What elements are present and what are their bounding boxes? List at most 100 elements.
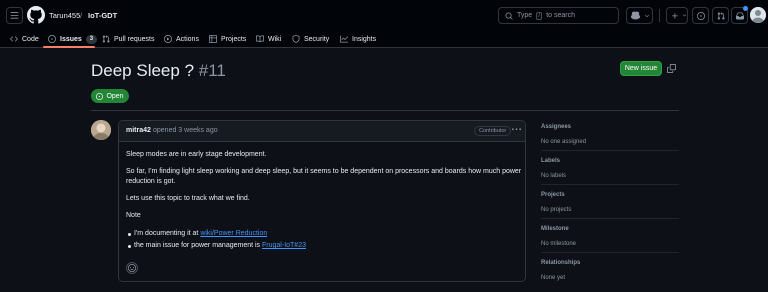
- list-item: I'm documenting it at wiki/Power Reducti…: [127, 229, 267, 239]
- git-pull-request-icon: [717, 11, 725, 20]
- wiki-link[interactable]: wiki/Power Reduction: [200, 230, 267, 237]
- issue-title: Deep Sleep ? #11: [91, 61, 226, 81]
- sidebar-labels: Labels No labels: [541, 158, 679, 179]
- smiley-icon: [128, 264, 136, 272]
- more-options-button[interactable]: [512, 125, 521, 134]
- comment-paragraph: So far, I'm finding light sleep working …: [126, 168, 522, 175]
- sidebar-divider: [541, 218, 679, 219]
- tab-projects[interactable]: Projects: [209, 32, 246, 46]
- list-item-text: I'm documenting it at: [134, 230, 201, 237]
- sidebar-divider: [541, 252, 679, 253]
- sidebar-heading[interactable]: Labels: [541, 158, 679, 164]
- sidebar-value: No projects: [541, 207, 572, 213]
- sidebar-heading[interactable]: Milestone: [541, 226, 679, 232]
- tab-issues[interactable]: Issues 3: [48, 32, 98, 46]
- table-icon: [209, 35, 217, 43]
- copilot-icon: [631, 11, 640, 20]
- global-header: Tarun455 / IoT-GDT Type / to search Code…: [0, 0, 768, 48]
- tab-label: Code: [22, 35, 39, 43]
- sidebar-value: No labels: [541, 173, 567, 179]
- search-icon: [505, 12, 513, 20]
- code-icon: [10, 36, 18, 42]
- create-new-button[interactable]: [666, 7, 688, 24]
- breadcrumb-repo[interactable]: IoT-GDT: [88, 11, 117, 20]
- sidebar-relationships: Relationships None yet: [541, 260, 679, 281]
- tab-label: Insights: [352, 35, 377, 43]
- tab-label: Issues: [60, 35, 82, 43]
- sidebar-value: No one assigned: [541, 139, 587, 145]
- tab-label: Pull requests: [114, 35, 155, 43]
- tab-pull-requests[interactable]: Pull requests: [102, 32, 154, 46]
- issue-opened-icon: [96, 92, 104, 100]
- issue-number: #11: [198, 61, 226, 80]
- chevron-down-icon: [682, 14, 687, 17]
- github-mark-icon: [27, 6, 45, 24]
- comment-paragraph: Lets use this topic to track what we fin…: [126, 195, 250, 202]
- tab-security[interactable]: Security: [292, 32, 329, 46]
- kebab-horizontal-icon: [512, 128, 521, 131]
- sidebar-projects: Projects No projects: [541, 192, 679, 213]
- sidebar-divider: [541, 150, 679, 151]
- github-logo[interactable]: [27, 6, 45, 24]
- search-suffix: to search: [546, 12, 575, 19]
- comment-card: mitra42 opened 3 weeks ago Contributor S…: [118, 120, 526, 282]
- tab-label: Actions: [176, 35, 199, 43]
- pull-requests-button[interactable]: [712, 7, 729, 24]
- status-label: Open: [106, 92, 124, 100]
- notification-dot: [743, 6, 748, 11]
- search-prefix: Type: [517, 12, 533, 19]
- comment-paragraph: Note: [126, 212, 141, 219]
- breadcrumb-owner[interactable]: Tarun455: [49, 11, 80, 20]
- tab-insights[interactable]: Insights: [340, 32, 376, 46]
- search-input[interactable]: Type / to search: [498, 7, 619, 24]
- play-icon: [164, 35, 172, 43]
- sidebar-divider: [541, 184, 679, 185]
- comment-timestamp[interactable]: opened 3 weeks ago: [153, 127, 218, 134]
- copy-icon: [667, 64, 676, 73]
- issues-button[interactable]: [692, 7, 709, 24]
- breadcrumb-separator: /: [80, 11, 83, 20]
- graph-icon: [340, 35, 348, 43]
- search-shortcut-key: /: [536, 11, 543, 20]
- issue-opened-icon: [48, 35, 56, 43]
- contributor-badge: Contributor: [474, 126, 512, 136]
- plus-icon: [672, 12, 678, 19]
- menu-button[interactable]: [6, 7, 23, 24]
- issues-count-badge: 3: [85, 34, 98, 44]
- sidebar-heading[interactable]: Projects: [541, 192, 679, 198]
- shield-icon: [292, 35, 300, 43]
- copilot-button[interactable]: [626, 7, 653, 24]
- list-item-text: the main issue for power management is: [134, 242, 263, 249]
- issue-title-text: Deep Sleep ?: [91, 61, 195, 80]
- hamburger-icon: [10, 12, 19, 19]
- header-divider: [659, 9, 660, 22]
- comment-header: mitra42 opened 3 weeks ago Contributor: [119, 121, 525, 142]
- chevron-down-icon: [645, 14, 649, 17]
- tab-label: Wiki: [268, 35, 282, 43]
- list-item: the main issue for power management is F…: [128, 241, 306, 251]
- issue-link[interactable]: Frugal-IoT#23: [262, 242, 306, 249]
- avatar-image: [91, 120, 111, 140]
- status-badge: Open: [91, 89, 129, 103]
- tab-label: Security: [304, 35, 330, 43]
- author-avatar[interactable]: [91, 120, 111, 140]
- sidebar-value: None yet: [541, 275, 566, 281]
- git-pull-request-icon: [102, 35, 110, 43]
- sidebar-assignees: Assignees No one assigned: [541, 124, 679, 145]
- user-avatar[interactable]: [750, 7, 766, 23]
- title-divider: [91, 110, 679, 111]
- sidebar-heading[interactable]: Assignees: [541, 124, 679, 130]
- add-reaction-button[interactable]: [126, 262, 138, 274]
- new-issue-button[interactable]: New issue: [620, 61, 662, 76]
- comment-paragraph: Sleep modes are in early stage developme…: [126, 151, 267, 158]
- sidebar-milestone: Milestone No milestone: [541, 226, 679, 247]
- sidebar-value: No milestone: [541, 241, 577, 247]
- comment-author[interactable]: mitra42: [126, 127, 151, 134]
- tab-code[interactable]: Code: [10, 32, 39, 46]
- tab-wiki[interactable]: Wiki: [256, 32, 281, 46]
- comment-paragraph: reduction is got.: [126, 178, 176, 185]
- issue-opened-icon: [696, 11, 705, 20]
- copy-link-button[interactable]: [667, 64, 676, 73]
- sidebar-heading[interactable]: Relationships: [541, 260, 679, 266]
- tab-actions[interactable]: Actions: [164, 32, 199, 46]
